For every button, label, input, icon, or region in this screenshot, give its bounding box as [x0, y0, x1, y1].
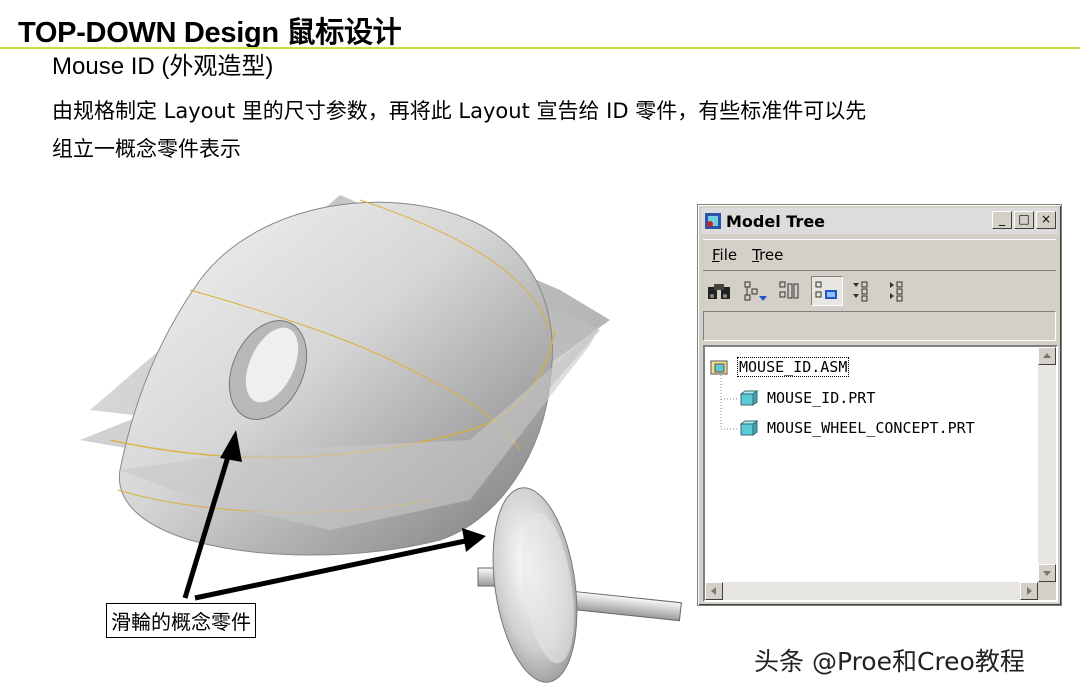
tree-pane[interactable]: MOUSE_ID.ASM MOUSE_ID.PRT MOUSE_WHEEL_CO… — [703, 345, 1058, 602]
find-icon[interactable] — [703, 276, 735, 306]
scroll-right-button[interactable] — [1020, 582, 1038, 600]
tree-node-assembly[interactable]: MOUSE_ID.ASM — [709, 357, 850, 377]
tree-node-label: MOUSE_ID.ASM — [737, 357, 850, 377]
close-button[interactable]: × — [1036, 211, 1056, 229]
scroll-down-button[interactable] — [1038, 564, 1056, 582]
part-icon — [739, 420, 759, 436]
tree-node-label: MOUSE_WHEEL_CONCEPT.PRT — [767, 419, 975, 437]
watermark: 头条 @Proe和Creo教程 — [754, 647, 1025, 676]
expand-all-icon[interactable] — [847, 276, 879, 306]
tree-node-label: MOUSE_ID.PRT — [767, 389, 876, 407]
minimize-button[interactable]: _ — [992, 211, 1012, 229]
menu-file[interactable]: File — [712, 246, 737, 264]
tree-columns-icon[interactable] — [775, 276, 807, 306]
model-tree-window: Model Tree _ □ × File Tree MOUSE_ID.ASM … — [697, 204, 1062, 606]
tree-node-part[interactable]: MOUSE_ID.PRT — [737, 389, 875, 407]
menu-bar: File Tree — [703, 239, 1056, 271]
tree-filter-bar[interactable] — [703, 311, 1056, 341]
scroll-up-button[interactable] — [1038, 347, 1056, 365]
part-icon — [739, 390, 759, 406]
model-tree-app-icon — [704, 212, 722, 230]
model-tree-title: Model Tree — [726, 211, 826, 231]
tree-settings-icon[interactable] — [811, 276, 843, 306]
tree-toolbar — [703, 273, 1056, 309]
model-tree-titlebar[interactable]: Model Tree _ □ × — [701, 208, 1058, 234]
scroll-left-button[interactable] — [705, 582, 723, 600]
maximize-button[interactable]: □ — [1014, 211, 1034, 229]
slide-description: 由规格制定 Layout 里的尺寸参数，再将此 Layout 宣告给 ID 零件… — [52, 92, 1032, 168]
slide-subtitle: Mouse ID (外观造型) — [52, 53, 274, 80]
menu-tree[interactable]: Tree — [752, 246, 783, 264]
wheel-concept-part — [477, 487, 682, 683]
show-tree-filter-icon[interactable] — [739, 276, 771, 306]
slide-title: TOP-DOWN Design 鼠标设计 — [18, 17, 402, 49]
tree-node-part[interactable]: MOUSE_WHEEL_CONCEPT.PRT — [737, 419, 975, 437]
vertical-scrollbar[interactable] — [1038, 347, 1056, 582]
scroll-corner — [1038, 582, 1056, 600]
assembly-icon — [710, 360, 728, 375]
description-line-2: 组立一概念零件表示 — [52, 137, 241, 161]
collapse-all-icon[interactable] — [883, 276, 915, 306]
wheel-concept-callout: 滑輪的概念零件 — [106, 603, 256, 638]
horizontal-scrollbar[interactable] — [705, 582, 1038, 600]
description-line-1: 由规格制定 Layout 里的尺寸参数，再将此 Layout 宣告给 ID 零件… — [52, 99, 867, 123]
